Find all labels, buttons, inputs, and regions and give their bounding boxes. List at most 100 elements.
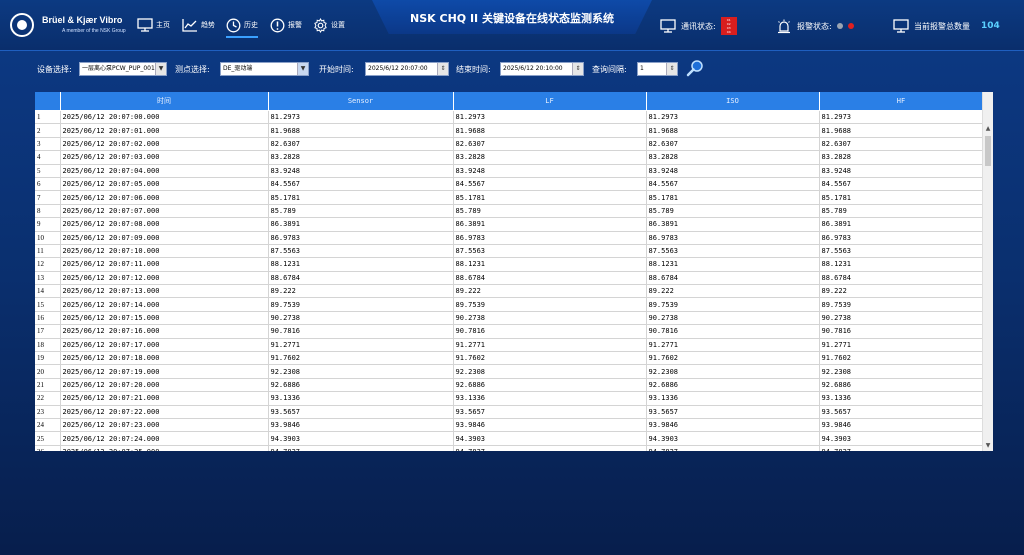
table-cell: 88.6784 bbox=[268, 271, 454, 286]
table-row[interactable]: 10 2025/06/12 20:07:09.000 86.9783 86.9783 8… bbox=[35, 231, 984, 245]
table-row[interactable]: 25 2025/06/12 20:07:24.000 94.3903 94.3903 9… bbox=[35, 431, 984, 446]
table-cell: 90.2738 bbox=[646, 311, 820, 326]
table-row[interactable]: 15 2025/06/12 20:07:14.000 89.7539 89.7539 8… bbox=[35, 297, 984, 312]
column-header-iso[interactable]: ISO bbox=[646, 92, 820, 111]
table-row[interactable]: 8 2025/06/12 20:07:07.000 85.789 85.789 85.7… bbox=[35, 204, 984, 219]
table-cell: 81.2973 bbox=[268, 110, 454, 125]
table-row[interactable]: 9 2025/06/12 20:07:08.000 86.3891 86.3891 86… bbox=[35, 217, 984, 232]
table-cell: 88.6784 bbox=[646, 271, 820, 286]
point-select[interactable]: DE_驱动端 ▼ bbox=[220, 62, 309, 76]
scrollbar-thumb[interactable] bbox=[985, 136, 991, 166]
row-index-cell: 13 bbox=[35, 271, 61, 286]
table-cell: 91.7602 bbox=[268, 351, 454, 366]
nav-settings[interactable]: 设置 bbox=[313, 14, 345, 36]
table-cell: 90.7816 bbox=[819, 324, 984, 339]
table-cell: 92.6886 bbox=[453, 378, 647, 393]
alarm-dot-gray-icon bbox=[836, 23, 843, 29]
history-data-table: 时间 Sensor LF ISO HF 1 2025/06/12 20:07:00… bbox=[35, 92, 993, 451]
table-row[interactable]: 17 2025/06/12 20:07:16.000 90.7816 90.7816 9… bbox=[35, 324, 984, 339]
table-cell: 82.6307 bbox=[819, 137, 984, 152]
start-time-picker[interactable]: 2025/6/12 20:07:00 ⇕ bbox=[365, 62, 449, 76]
nav-alarm-label: 报警 bbox=[288, 21, 302, 29]
table-cell: 84.5567 bbox=[646, 177, 820, 192]
end-time-picker[interactable]: 2025/6/12 20:10:00 ⇕ bbox=[500, 62, 584, 76]
table-cell: 85.789 bbox=[453, 204, 647, 219]
table-row[interactable]: 24 2025/06/12 20:07:23.000 93.9846 93.9846 9… bbox=[35, 418, 984, 433]
table-cell: 82.6307 bbox=[453, 137, 647, 152]
table-row[interactable]: 2 2025/06/12 20:07:01.000 81.9688 81.9688 81… bbox=[35, 123, 984, 138]
row-index-cell: 16 bbox=[35, 311, 61, 326]
comm-status-box[interactable]: 01 02 03 04 bbox=[720, 17, 737, 35]
table-cell: 2025/06/12 20:07:25.000 bbox=[60, 445, 269, 451]
table-cell: 86.3891 bbox=[268, 217, 454, 232]
scroll-down-icon[interactable]: ▼ bbox=[983, 441, 993, 451]
table-cell: 90.7816 bbox=[268, 324, 454, 339]
table-cell: 84.5567 bbox=[268, 177, 454, 192]
comm-line: 04 bbox=[726, 30, 731, 34]
table-cell: 92.2308 bbox=[268, 364, 454, 379]
table-cell: 93.9846 bbox=[268, 418, 454, 433]
table-row[interactable]: 1 2025/06/12 20:07:00.000 81.2973 81.2973 81… bbox=[35, 110, 984, 125]
point-select-label: 测点选择: bbox=[175, 65, 210, 74]
table-cell: 83.2828 bbox=[268, 150, 454, 165]
table-cell: 94.7827 bbox=[646, 445, 820, 451]
table-cell: 2025/06/12 20:07:05.000 bbox=[60, 177, 269, 192]
table-cell: 92.2308 bbox=[453, 364, 647, 379]
nav-history[interactable]: 历史 bbox=[226, 14, 258, 38]
table-cell: 93.1336 bbox=[453, 391, 647, 406]
table-cell: 2025/06/12 20:07:23.000 bbox=[60, 418, 269, 433]
table-header-row: 时间 Sensor LF ISO HF bbox=[35, 92, 984, 111]
table-row[interactable]: 21 2025/06/12 20:07:20.000 92.6886 92.6886 9… bbox=[35, 378, 984, 393]
table-row[interactable]: 13 2025/06/12 20:07:12.000 88.6784 88.6784 8… bbox=[35, 271, 984, 286]
interval-stepper[interactable]: 1 ⇕ bbox=[637, 62, 678, 76]
vertical-scrollbar[interactable]: ▲ ▼ bbox=[982, 92, 993, 451]
nav-alarm[interactable]: 报警 bbox=[270, 14, 302, 36]
table-row[interactable]: 19 2025/06/12 20:07:18.000 91.7602 91.7602 9… bbox=[35, 351, 984, 366]
table-row[interactable]: 4 2025/06/12 20:07:03.000 83.2828 83.2828 83… bbox=[35, 150, 984, 165]
device-select-label: 设备选择: bbox=[37, 65, 72, 74]
table-cell: 88.1231 bbox=[268, 257, 454, 272]
end-time-label: 结束时间: bbox=[456, 65, 491, 74]
table-cell: 89.7539 bbox=[646, 297, 820, 312]
table-row[interactable]: 262025/06/12 20:07:25.00094.782794.78279… bbox=[35, 445, 984, 451]
table-row[interactable]: 5 2025/06/12 20:07:04.000 83.9248 83.9248 83… bbox=[35, 164, 984, 178]
table-cell: 93.5657 bbox=[646, 405, 820, 419]
column-header-time[interactable]: 时间 bbox=[60, 92, 269, 111]
table-row[interactable]: 6 2025/06/12 20:07:05.000 84.5567 84.5567 84… bbox=[35, 177, 984, 192]
column-header-lf[interactable]: LF bbox=[453, 92, 647, 111]
table-cell: 92.6886 bbox=[646, 378, 820, 393]
table-row[interactable]: 23 2025/06/12 20:07:22.000 93.5657 93.5657 9… bbox=[35, 405, 984, 419]
table-row[interactable]: 7 2025/06/12 20:07:06.000 85.1781 85.1781 85… bbox=[35, 190, 984, 205]
alarm-total-value[interactable]: 104 bbox=[981, 21, 1000, 31]
table-row[interactable]: 3 2025/06/12 20:07:02.000 82.6307 82.6307 82… bbox=[35, 137, 984, 152]
search-icon[interactable] bbox=[686, 59, 704, 77]
table-row[interactable]: 20 2025/06/12 20:07:19.000 92.2308 92.2308 9… bbox=[35, 364, 984, 379]
table-cell: 94.3903 bbox=[453, 431, 647, 446]
table-row[interactable]: 22 2025/06/12 20:07:21.000 93.1336 93.1336 9… bbox=[35, 391, 984, 406]
table-cell: 2025/06/12 20:07:08.000 bbox=[60, 217, 269, 232]
table-cell: 92.6886 bbox=[819, 378, 984, 393]
table-cell: 2025/06/12 20:07:07.000 bbox=[60, 204, 269, 219]
logo-name: Brüel & Kjær Vibro bbox=[42, 15, 123, 25]
scroll-up-icon[interactable]: ▲ bbox=[983, 124, 993, 134]
table-cell: 90.2738 bbox=[453, 311, 647, 326]
nav-home[interactable]: 主页 bbox=[137, 14, 170, 36]
table-row[interactable]: 11 2025/06/12 20:07:10.000 87.5563 87.5563 8… bbox=[35, 244, 984, 259]
row-index-cell: 9 bbox=[35, 217, 61, 232]
nav-settings-label: 设置 bbox=[331, 21, 345, 29]
column-header-hf[interactable]: HF bbox=[819, 92, 984, 111]
chevron-down-icon: ▼ bbox=[297, 63, 308, 75]
table-row[interactable]: 14 2025/06/12 20:07:13.000 89.222 89.222 89.… bbox=[35, 284, 984, 299]
table-row[interactable]: 12 2025/06/12 20:07:11.000 88.1231 88.1231 8… bbox=[35, 257, 984, 272]
table-row[interactable]: 16 2025/06/12 20:07:15.000 90.2738 90.2738 9… bbox=[35, 311, 984, 326]
table-row[interactable]: 18 2025/06/12 20:07:17.000 91.2771 91.2771 9… bbox=[35, 338, 984, 353]
device-select[interactable]: 一层离心泵PCW_PUP_001 ▼ bbox=[79, 62, 167, 76]
table-cell: 81.2973 bbox=[819, 110, 984, 125]
table-body: 1 2025/06/12 20:07:00.000 81.2973 81.2973 81… bbox=[35, 110, 984, 451]
table-cell: 85.789 bbox=[819, 204, 984, 219]
column-header-sensor[interactable]: Sensor bbox=[268, 92, 454, 111]
nav-trend[interactable]: 趋势 bbox=[182, 14, 215, 36]
table-cell: 2025/06/12 20:07:09.000 bbox=[60, 231, 269, 245]
row-index-cell: 6 bbox=[35, 177, 61, 192]
row-index-cell: 12 bbox=[35, 257, 61, 272]
